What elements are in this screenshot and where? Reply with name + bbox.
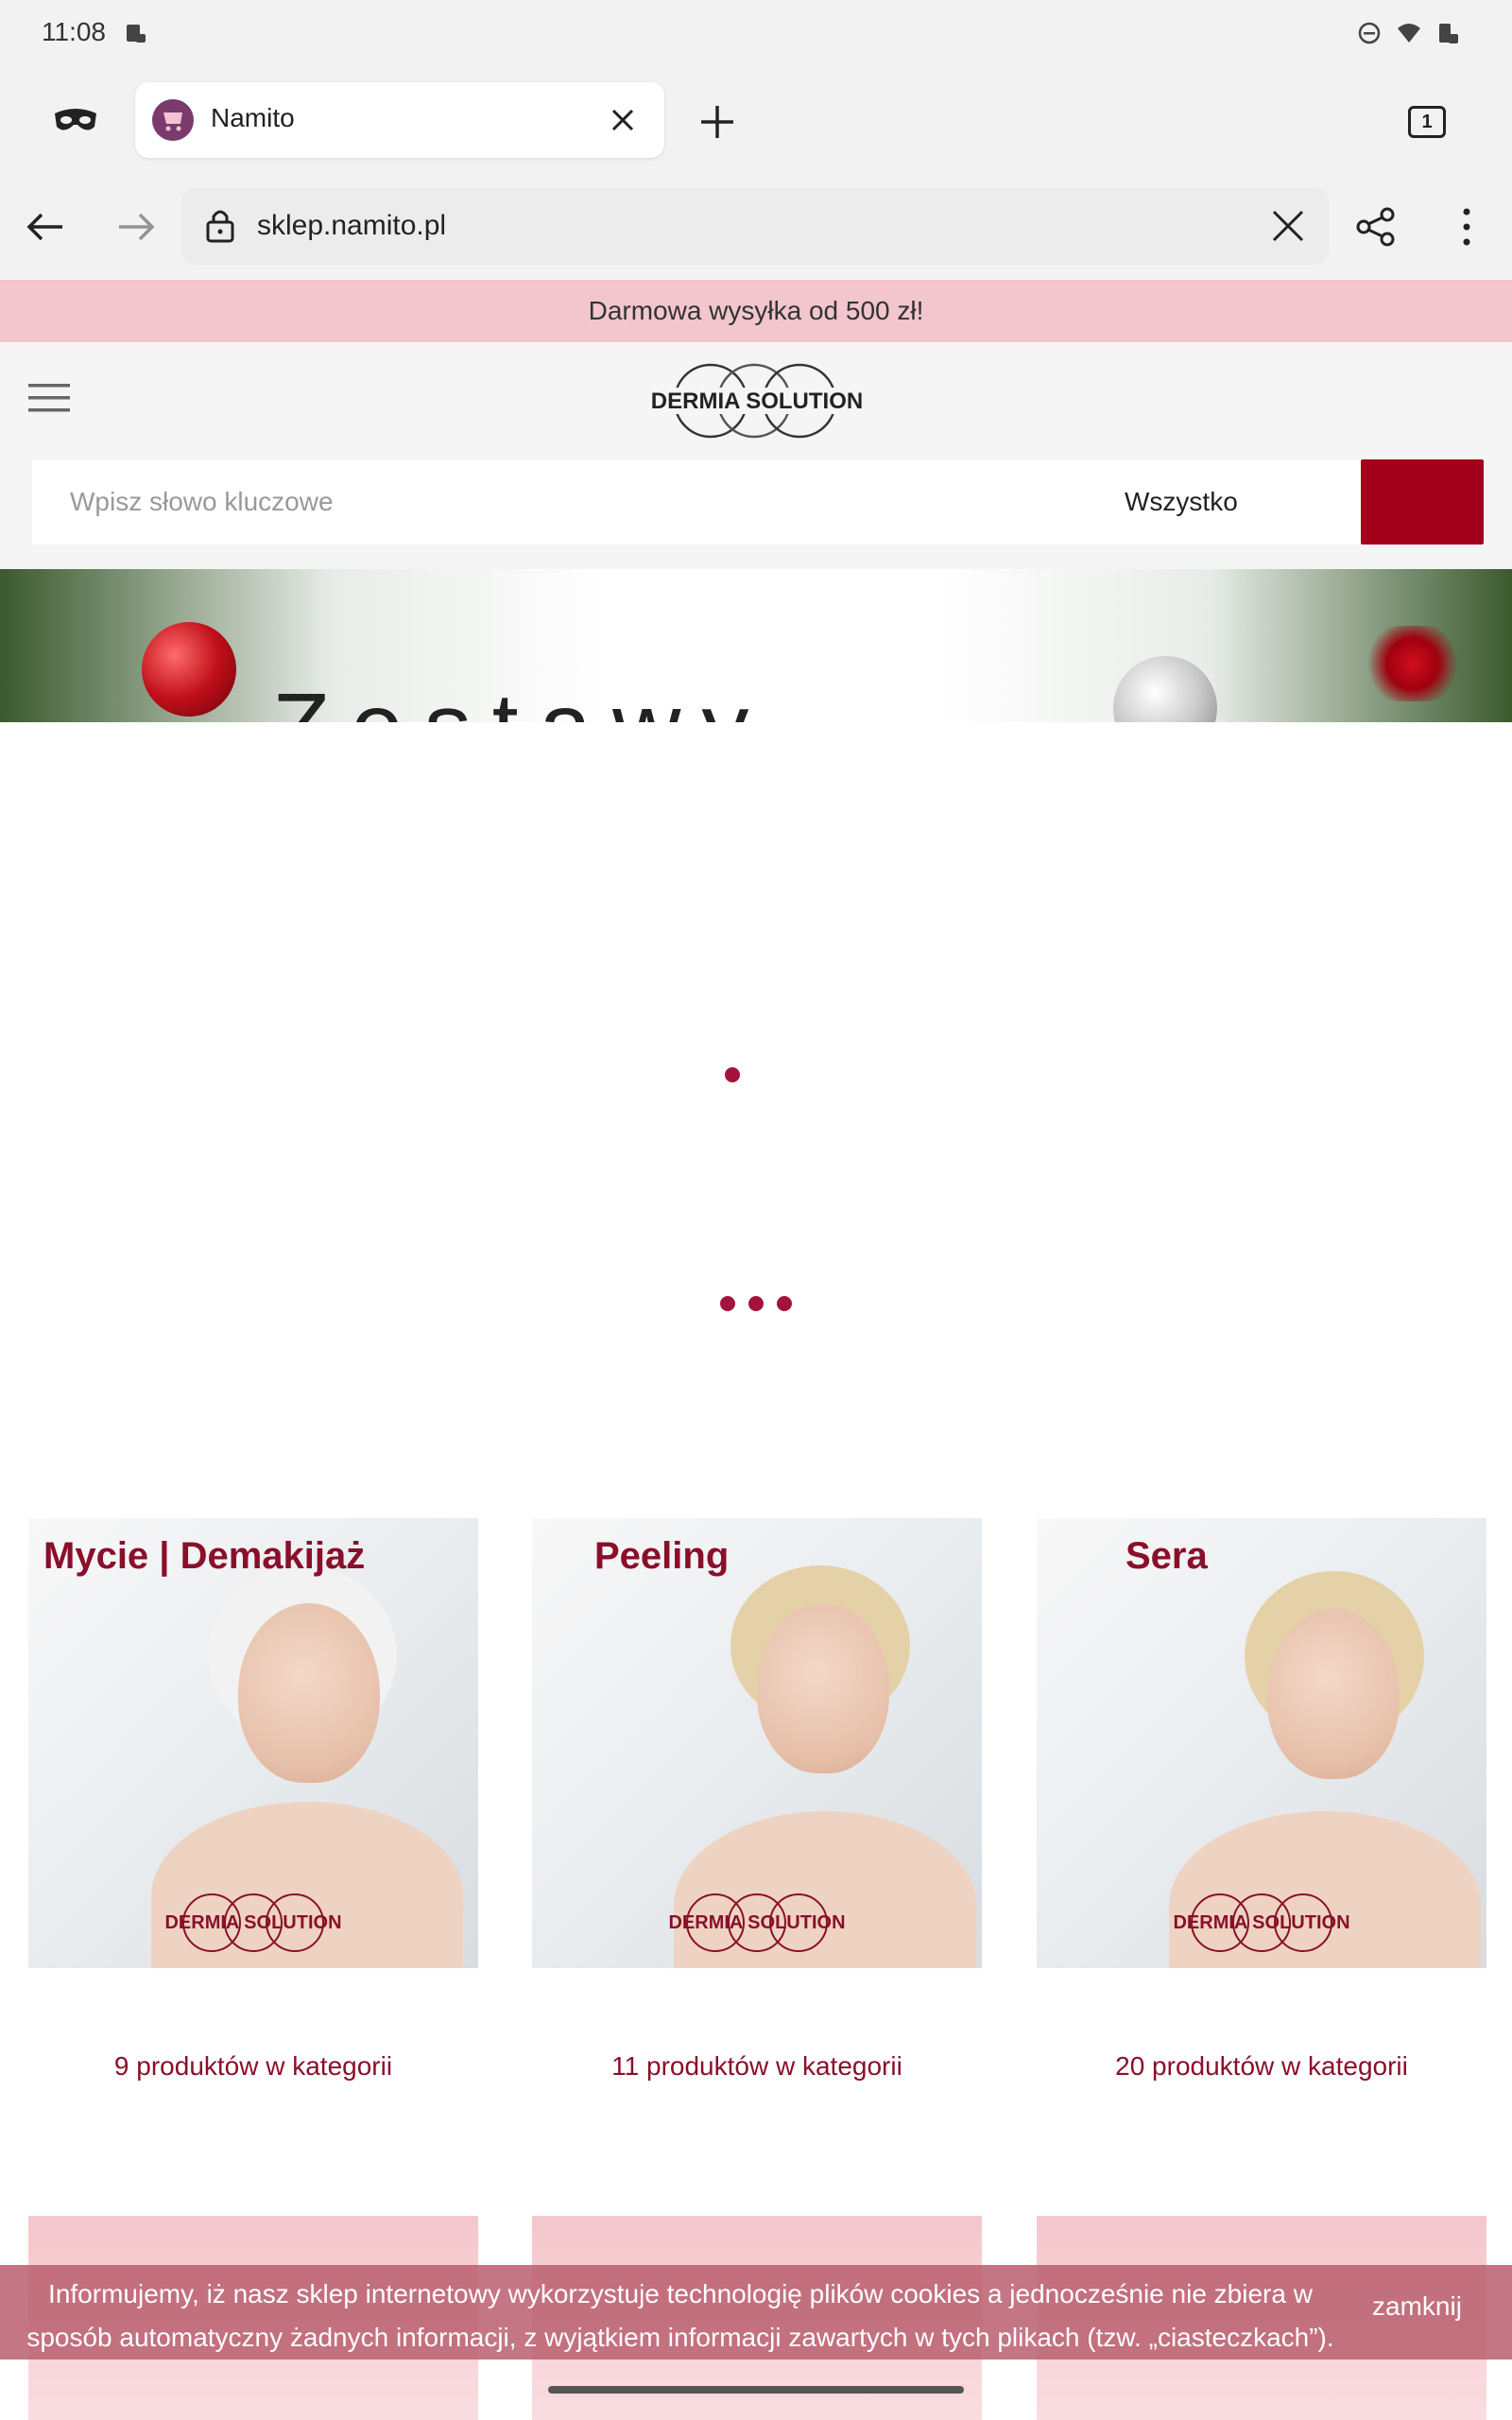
free-shipping-banner: Darmowa wysyłka od 500 zł!	[0, 280, 1512, 342]
browser-tab[interactable]: Namito	[135, 82, 664, 158]
address-bar[interactable]: sklep.namito.pl	[181, 187, 1329, 265]
holly-berries	[1361, 626, 1465, 701]
svg-text:DERMIA SOLUTION: DERMIA SOLUTION	[164, 1912, 341, 1933]
incognito-icon[interactable]	[53, 106, 98, 134]
loader-dot	[777, 1296, 792, 1311]
model-face	[757, 1603, 889, 1773]
loading-indicator	[720, 1296, 792, 1313]
search-button[interactable]	[1361, 459, 1484, 544]
tab-strip: Namito 1	[0, 68, 1512, 172]
more-options-icon[interactable]	[1450, 204, 1484, 250]
loading-dot	[725, 1067, 740, 1082]
tab-title: Namito	[211, 103, 295, 132]
search-input[interactable]	[32, 459, 1072, 544]
search-bar: Wszystko	[32, 459, 1484, 544]
hero-banner: Zestawy	[0, 569, 1512, 722]
status-bar: 11:08	[0, 0, 1512, 68]
christmas-ornament	[142, 622, 236, 717]
share-icon[interactable]	[1355, 206, 1397, 248]
category-title: Sera	[1125, 1535, 1208, 1577]
category-card-mycie[interactable]: Mycie | Demakijaż DERMIA SOLUTION	[28, 1518, 478, 1968]
category-product-count[interactable]: 11 produktów w kategorii	[532, 2051, 982, 2082]
model-face	[1267, 1609, 1400, 1779]
category-title: Mycie | Demakijaż	[43, 1535, 366, 1577]
category-product-count[interactable]: 20 produktów w kategorii	[1037, 2051, 1486, 2082]
shopping-cart-icon	[152, 99, 194, 141]
new-tab-icon[interactable]	[697, 102, 737, 142]
back-arrow-icon[interactable]	[25, 206, 66, 248]
dermia-solution-logo: DERMIA SOLUTION	[1173, 1893, 1350, 1952]
svg-text:DERMIA SOLUTION: DERMIA SOLUTION	[668, 1912, 845, 1933]
model-face	[238, 1603, 380, 1783]
category-card-peeling[interactable]: Peeling DERMIA SOLUTION	[532, 1518, 982, 1968]
navigation-gesture-bar[interactable]	[548, 2386, 964, 2394]
close-tab-icon[interactable]	[608, 105, 638, 135]
site-header: DERMIA SOLUTION Wszystko	[0, 342, 1512, 569]
dermia-solution-logo: DERMIA SOLUTION	[668, 1893, 846, 1952]
search-category-select[interactable]: Wszystko	[1125, 459, 1314, 544]
hamburger-menu-icon[interactable]	[28, 382, 70, 414]
clear-url-icon[interactable]	[1270, 208, 1306, 244]
cookie-notice-text: Informujemy, iż nasz sklep internetowy w…	[26, 2279, 1334, 2352]
category-product-count[interactable]: 9 produktów w kategorii	[28, 2051, 478, 2082]
browser-toolbar: sklep.namito.pl	[0, 172, 1512, 280]
do-not-disturb-icon	[1358, 22, 1381, 44]
loader-dot	[720, 1296, 735, 1311]
category-card-sera[interactable]: Sera DERMIA SOLUTION	[1037, 1518, 1486, 1968]
dermia-solution-logo[interactable]: DERMIA SOLUTION	[652, 359, 862, 444]
battery-icon	[1439, 24, 1458, 43]
wifi-icon	[1398, 24, 1420, 43]
status-time: 11:08	[42, 17, 106, 46]
tab-switcher-button[interactable]: 1	[1408, 106, 1446, 138]
cookie-close-button[interactable]: zamknij	[1372, 2291, 1462, 2322]
dermia-solution-logo: DERMIA SOLUTION	[164, 1893, 342, 1952]
category-title: Peeling	[594, 1535, 730, 1577]
loader-dot	[748, 1296, 764, 1311]
hero-title: Zestawy	[272, 673, 769, 722]
forward-arrow-icon[interactable]	[115, 206, 157, 248]
cookie-notice: Informujemy, iż nasz sklep internetowy w…	[0, 2265, 1512, 2360]
clipboard-lock-icon	[127, 25, 146, 43]
svg-text:DERMIA SOLUTION: DERMIA SOLUTION	[1173, 1912, 1349, 1933]
svg-text:DERMIA SOLUTION: DERMIA SOLUTION	[652, 389, 862, 414]
lock-icon[interactable]	[204, 206, 236, 244]
url-text[interactable]: sklep.namito.pl	[257, 210, 446, 242]
christmas-ornament	[1113, 656, 1217, 722]
